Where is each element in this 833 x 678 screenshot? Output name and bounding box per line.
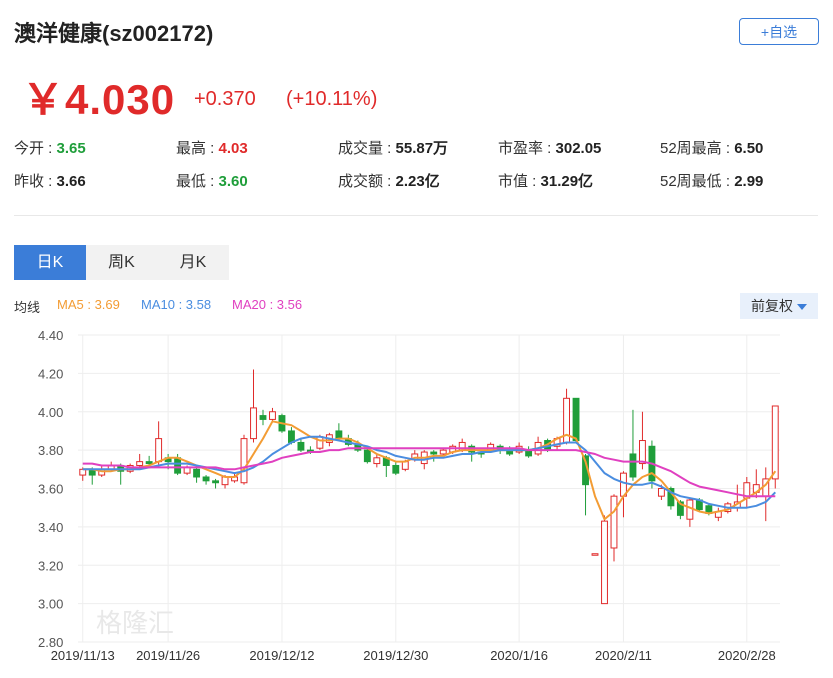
stat-item: 最高 : 4.03 [176, 137, 248, 158]
y-tick-label: 3.20 [38, 558, 63, 573]
candle-body [771, 405, 779, 480]
candle-body [610, 495, 618, 549]
price-change-percent: (+10.11%) [286, 88, 378, 110]
candle-body [259, 415, 267, 420]
candle-body [591, 553, 599, 556]
candle-body [136, 461, 144, 466]
adjust-price-label: 前复权 [751, 298, 793, 314]
stock-title: 澳洋健康(sz002172) [14, 21, 214, 46]
candle-body [297, 441, 305, 451]
stat-label: 最高 : [176, 140, 219, 157]
stat-value: 4.03 [218, 140, 248, 157]
stat-item: 今开 : 3.65 [14, 137, 86, 158]
stat-item: 最低 : 3.60 [176, 170, 248, 191]
price-change: +0.370 [194, 88, 256, 110]
y-tick-label: 4.00 [38, 405, 63, 420]
candle-body [240, 438, 248, 484]
candle-body [202, 476, 210, 482]
candle-body [373, 457, 381, 465]
candle-body [430, 451, 438, 455]
candle-body [392, 464, 400, 474]
stat-item: 市值 : 31.29亿 [498, 170, 593, 191]
y-tick-label: 4.40 [38, 328, 63, 343]
candle-body [193, 468, 201, 478]
caret-down-icon [797, 304, 807, 311]
x-tick-label: 2019/12/30 [363, 648, 428, 663]
stat-item: 52周最低 : 2.99 [660, 170, 763, 191]
ma5-legend: MA5 : 3.69 [57, 297, 120, 312]
stat-label: 最低 : [176, 173, 219, 190]
candle-body [269, 411, 276, 420]
stat-value: 2.23亿 [395, 173, 440, 190]
candle-body [212, 480, 219, 484]
candle-body [250, 407, 257, 440]
candle-body [316, 436, 324, 449]
candle-body [657, 488, 665, 497]
stat-label: 市盈率 : [498, 140, 556, 157]
watermark: 格隆汇 [96, 609, 174, 639]
stat-item: 52周最高 : 6.50 [660, 137, 763, 158]
candle-body [145, 461, 153, 465]
add-favorite-button[interactable]: +自选 [739, 18, 819, 45]
y-tick-label: 3.00 [38, 597, 63, 612]
stat-label: 昨收 : [14, 173, 57, 190]
y-tick-label: 4.20 [38, 366, 63, 381]
x-tick-label: 2020/2/11 [595, 648, 652, 663]
candle-body [335, 430, 343, 440]
stat-label: 52周最低 : [660, 173, 735, 190]
stat-label: 成交额 : [338, 173, 396, 190]
stat-value: 3.60 [218, 173, 248, 190]
ma-legend-prefix: 均线 [14, 300, 41, 315]
stat-label: 市值 : [498, 173, 541, 190]
candle-body [401, 461, 409, 470]
stat-item: 成交额 : 2.23亿 [338, 170, 440, 191]
stat-value: 3.66 [56, 173, 86, 190]
stat-value: 3.65 [56, 140, 86, 157]
stat-label: 成交量 : [338, 140, 396, 157]
tab-daily-k[interactable]: 日K [14, 245, 86, 280]
candle-body [174, 457, 182, 474]
y-tick-label: 3.80 [38, 443, 63, 458]
x-tick-label: 2019/11/26 [136, 648, 200, 663]
y-tick-label: 3.40 [38, 520, 63, 535]
x-tick-label: 2020/1/16 [490, 648, 548, 663]
adjust-price-dropdown[interactable]: 前复权 [740, 293, 818, 319]
candle-body [439, 449, 447, 455]
current-price: ￥4.030 [22, 76, 176, 123]
stat-value: 302.05 [555, 140, 602, 157]
divider [14, 215, 818, 216]
stat-item: 昨收 : 3.66 [14, 170, 86, 191]
x-tick-label: 2019/11/13 [51, 648, 115, 663]
candle-body [639, 440, 646, 465]
stat-value: 2.99 [734, 173, 764, 190]
x-tick-label: 2020/2/28 [718, 648, 776, 663]
ma10-legend: MA10 : 3.58 [141, 297, 212, 312]
stat-item: 成交量 : 55.87万 [338, 137, 448, 158]
x-tick-label: 2019/12/12 [249, 648, 314, 663]
stat-item: 市盈率 : 302.05 [498, 137, 601, 158]
tab-monthly-k[interactable]: 月K [157, 245, 229, 280]
candle-body [363, 449, 371, 463]
tab-weekly-k[interactable]: 周K [86, 245, 157, 280]
stat-label: 52周最高 : [660, 140, 735, 157]
stat-value: 31.29亿 [540, 173, 594, 190]
candle-body [629, 453, 637, 478]
stat-value: 55.87万 [395, 140, 449, 157]
candle-body [601, 520, 608, 605]
candle-body [155, 438, 163, 463]
stat-label: 今开 : [14, 140, 57, 157]
stat-value: 6.50 [734, 140, 764, 157]
y-tick-label: 3.60 [38, 482, 63, 497]
kline-chart[interactable]: 4.404.204.003.803.603.403.203.002.802019… [0, 320, 833, 678]
candle-body [221, 476, 229, 486]
ma20-legend: MA20 : 3.56 [232, 297, 303, 312]
candle-body [686, 499, 694, 520]
candle-body [572, 397, 580, 442]
